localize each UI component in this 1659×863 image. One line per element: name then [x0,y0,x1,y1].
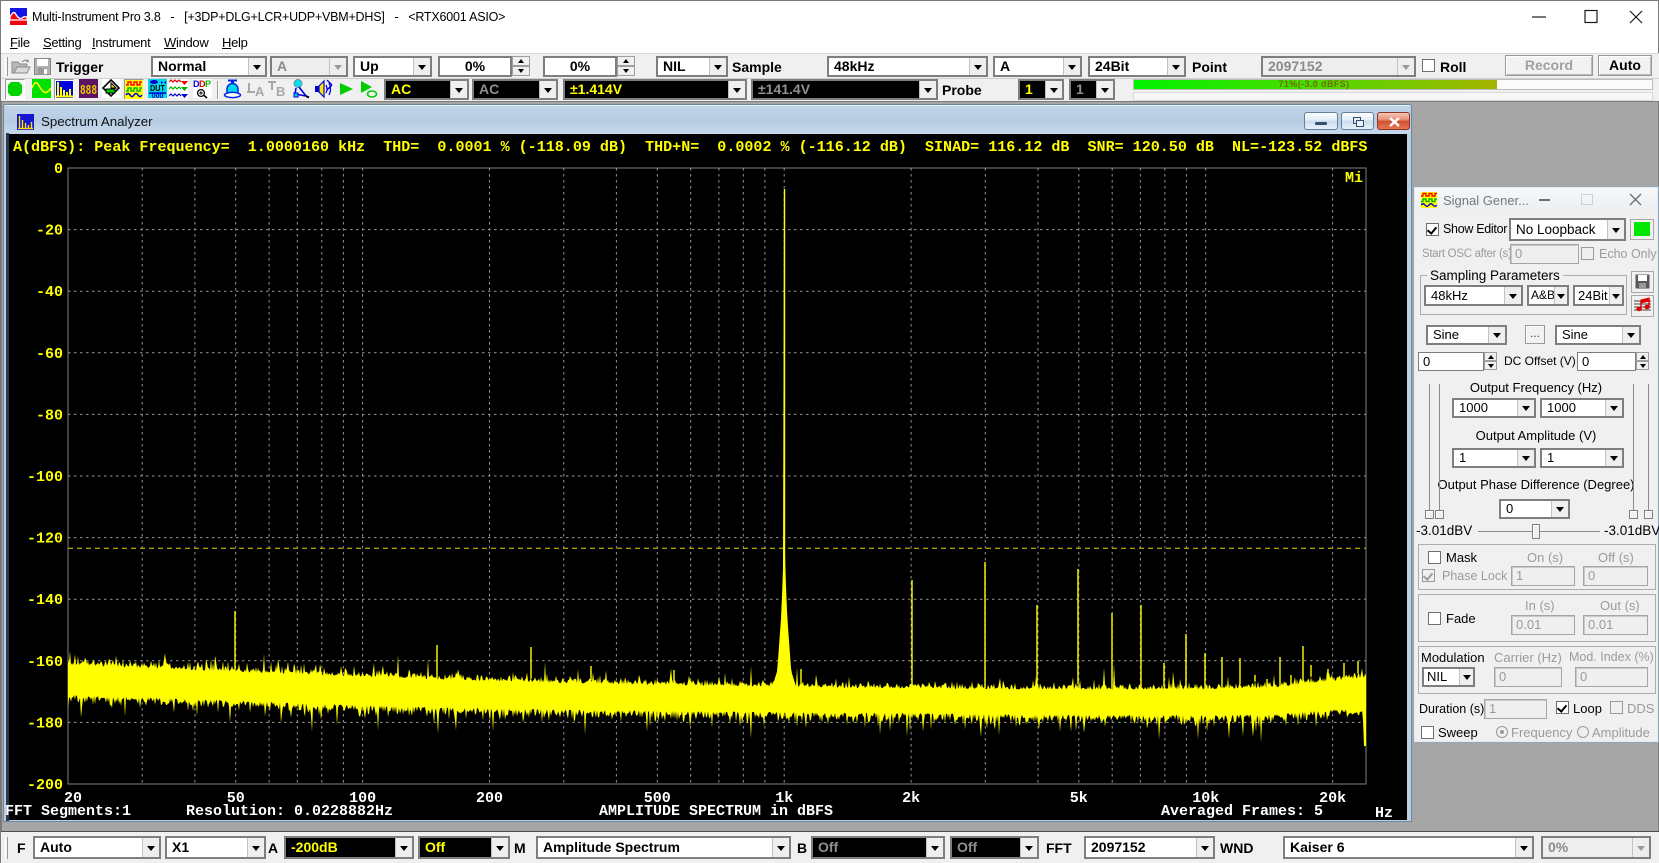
svg-text:200: 200 [476,790,503,807]
svg-text:-40: -40 [36,284,63,301]
svg-text:-80: -80 [36,407,63,424]
svg-text:FFT Segments:1: FFT Segments:1 [5,803,131,820]
svg-text:5k: 5k [1070,790,1088,807]
svg-text:20k: 20k [1319,790,1346,807]
svg-text:A(dBFS): Peak Frequency= 1.00: A(dBFS): Peak Frequency= 1.0000160 kHz T… [13,138,1367,156]
svg-text:Resolution: 0.0228882Hz: Resolution: 0.0228882Hz [186,803,393,820]
svg-text:Averaged Frames: 5: Averaged Frames: 5 [1161,803,1323,820]
svg-text:Hz: Hz [1375,805,1393,822]
svg-text:-60: -60 [36,346,63,363]
svg-text:-120: -120 [27,531,63,548]
svg-text:0: 0 [54,161,63,178]
svg-text:2k: 2k [902,790,920,807]
svg-text:-160: -160 [27,654,63,671]
svg-text:AMPLITUDE SPECTRUM in dBFS: AMPLITUDE SPECTRUM in dBFS [599,803,833,820]
svg-text:-100: -100 [27,469,63,486]
svg-text:-180: -180 [27,715,63,732]
svg-text:-20: -20 [36,223,63,240]
svg-text:-140: -140 [27,592,63,609]
svg-text:Mi: Mi [1345,170,1363,187]
svg-text:-200: -200 [27,777,63,794]
